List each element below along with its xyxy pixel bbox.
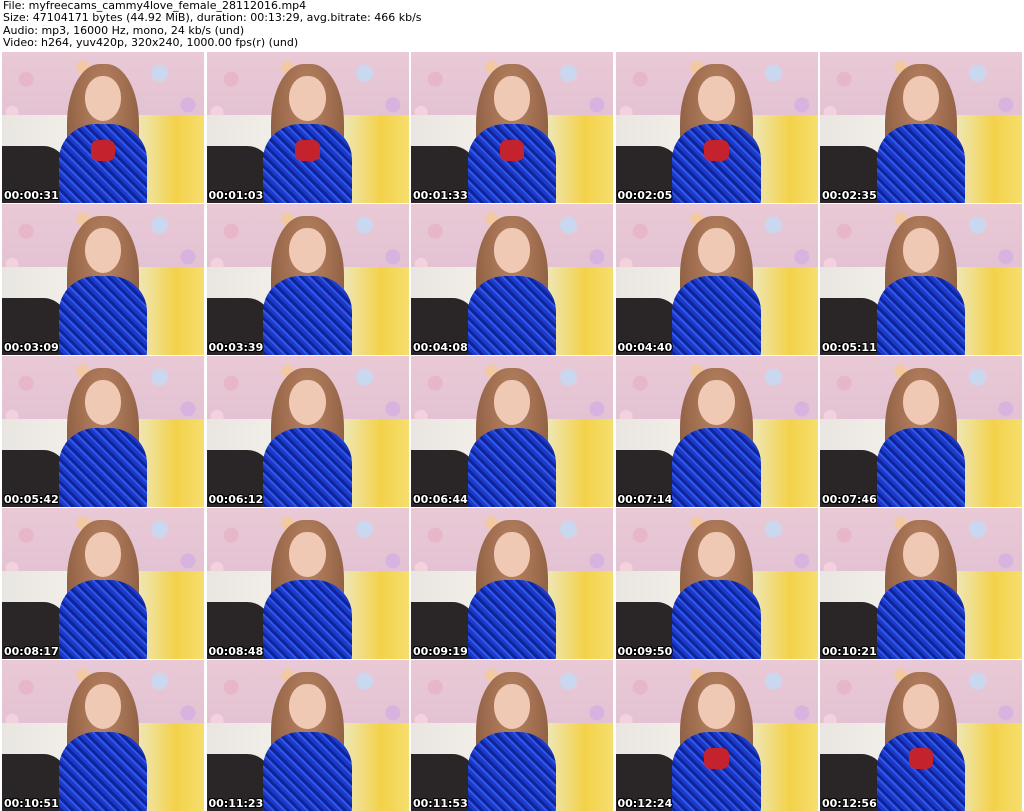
video-frame-thumbnail: 00:05:42 — [2, 356, 204, 507]
video-frame-thumbnail: 00:04:08 — [411, 204, 613, 355]
frame-timestamp: 00:03:09 — [4, 341, 59, 354]
blue-boa — [876, 732, 966, 811]
blue-boa — [876, 124, 966, 203]
frame-timestamp: 00:09:50 — [617, 645, 673, 658]
video-frame-thumbnail: 00:10:21 — [820, 508, 1022, 659]
blue-boa — [263, 124, 352, 203]
video-frame-thumbnail: 00:07:14 — [615, 356, 818, 507]
frame-timestamp: 00:02:05 — [617, 189, 673, 202]
red-top — [908, 747, 934, 769]
person-face — [289, 228, 326, 274]
red-top — [499, 139, 525, 161]
video-frame-thumbnail: 00:12:24 — [615, 660, 818, 811]
person-face — [698, 684, 735, 730]
red-top — [704, 747, 729, 769]
video-frame-thumbnail: 00:02:35 — [820, 52, 1022, 203]
blue-boa — [263, 732, 352, 811]
video-frame-thumbnail: 00:01:33 — [411, 52, 613, 203]
blue-boa — [876, 428, 966, 507]
video-frame-thumbnail: 00:06:12 — [206, 356, 409, 507]
red-top — [704, 139, 729, 161]
blue-boa — [672, 580, 761, 659]
blue-boa — [672, 428, 761, 507]
blue-boa — [58, 732, 148, 811]
frame-timestamp: 00:07:46 — [822, 493, 877, 506]
video-frame-thumbnail: 00:02:05 — [615, 52, 818, 203]
video-frame-thumbnail: 00:09:19 — [411, 508, 613, 659]
video-frame-thumbnail: 00:09:50 — [615, 508, 818, 659]
frame-timestamp: 00:08:48 — [208, 645, 264, 658]
blue-boa — [58, 580, 148, 659]
frame-timestamp: 00:01:03 — [208, 189, 264, 202]
video-frame-thumbnail: 00:07:46 — [820, 356, 1022, 507]
blue-boa — [467, 276, 557, 355]
frame-timestamp: 00:11:23 — [208, 797, 264, 810]
video-frame-thumbnail: 00:12:56 — [820, 660, 1022, 811]
video-frame-thumbnail: 00:04:40 — [615, 204, 818, 355]
video-frame-thumbnail: 00:00:31 — [2, 52, 204, 203]
red-top — [295, 139, 320, 161]
frame-timestamp: 00:05:42 — [4, 493, 59, 506]
video-info-line: Video: h264, yuv420p, 320x240, 1000.00 f… — [3, 36, 299, 50]
frame-timestamp: 00:10:51 — [4, 797, 59, 810]
video-frame-thumbnail: 00:08:17 — [2, 508, 204, 659]
blue-boa — [263, 580, 352, 659]
video-frame-thumbnail: 00:06:44 — [411, 356, 613, 507]
blue-boa — [58, 276, 148, 355]
video-frame-thumbnail: 00:03:09 — [2, 204, 204, 355]
video-frame-thumbnail: 00:10:51 — [2, 660, 204, 811]
frame-timestamp: 00:04:08 — [413, 341, 468, 354]
video-frame-thumbnail: 00:11:53 — [411, 660, 613, 811]
person-face — [698, 532, 735, 578]
video-frame-thumbnail: 00:11:23 — [206, 660, 409, 811]
file-info-header: File: myfreecams_cammy4love_female_28112… — [3, 0, 1021, 52]
frame-timestamp: 00:11:53 — [413, 797, 468, 810]
frame-timestamp: 00:06:44 — [413, 493, 468, 506]
blue-boa — [263, 428, 352, 507]
person-face — [698, 228, 735, 274]
frame-timestamp: 00:02:35 — [822, 189, 877, 202]
blue-boa — [467, 428, 557, 507]
blue-boa — [876, 276, 966, 355]
frame-timestamp: 00:06:12 — [208, 493, 264, 506]
blue-boa — [876, 580, 966, 659]
blue-boa — [467, 124, 557, 203]
thumbnail-grid: 00:00:31 00:01:03 00:01:33 00:02:05 00:02:35… — [2, 52, 1022, 811]
person-face — [289, 76, 326, 122]
frame-timestamp: 00:04:40 — [617, 341, 673, 354]
person-face — [289, 532, 326, 578]
frame-timestamp: 00:10:21 — [822, 645, 877, 658]
frame-timestamp: 00:07:14 — [617, 493, 673, 506]
frame-timestamp: 00:00:31 — [4, 189, 59, 202]
video-frame-thumbnail: 00:05:11 — [820, 204, 1022, 355]
frame-timestamp: 00:08:17 — [4, 645, 59, 658]
blue-boa — [58, 428, 148, 507]
person-face — [698, 380, 735, 426]
file-size-line: Size: 47104171 bytes (44.92 MiB), durati… — [3, 11, 422, 25]
blue-boa — [263, 276, 352, 355]
red-top — [90, 139, 116, 161]
blue-boa — [467, 732, 557, 811]
frame-timestamp: 00:09:19 — [413, 645, 468, 658]
video-frame-thumbnail: 00:03:39 — [206, 204, 409, 355]
person-face — [698, 76, 735, 122]
frame-timestamp: 00:05:11 — [822, 341, 877, 354]
video-frame-thumbnail: 00:08:48 — [206, 508, 409, 659]
blue-boa — [672, 276, 761, 355]
blue-boa — [58, 124, 148, 203]
blue-boa — [467, 580, 557, 659]
frame-timestamp: 00:12:24 — [617, 797, 673, 810]
frame-timestamp: 00:03:39 — [208, 341, 264, 354]
frame-timestamp: 00:12:56 — [822, 797, 877, 810]
frame-timestamp: 00:01:33 — [413, 189, 468, 202]
blue-boa — [672, 732, 761, 811]
person-face — [289, 684, 326, 730]
person-face — [289, 380, 326, 426]
blue-boa — [672, 124, 761, 203]
video-frame-thumbnail: 00:01:03 — [206, 52, 409, 203]
